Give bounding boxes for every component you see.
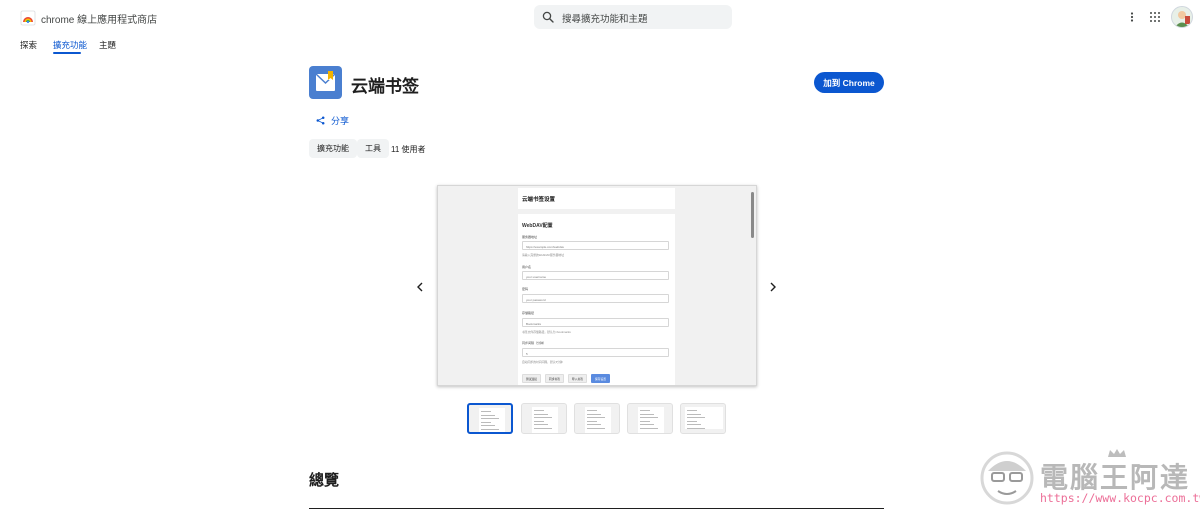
- tab-explore[interactable]: 探索: [20, 39, 37, 51]
- thumbnail-line: [534, 424, 548, 425]
- top-header: chrome 線上應用程式商店 搜尋擴充功能和主題: [0, 0, 1200, 34]
- store-name[interactable]: chrome 線上應用程式商店: [41, 11, 157, 26]
- thumbnail-line: [640, 424, 654, 425]
- thumbnail-line: [640, 417, 658, 418]
- add-to-chrome-button[interactable]: 加到 Chrome: [814, 72, 884, 93]
- thumbnail-line: [587, 420, 597, 422]
- thumbnail-line: [481, 418, 499, 419]
- thumbnail-line: [687, 427, 705, 429]
- watermark-url: https://www.kocpc.com.tw/: [1040, 491, 1200, 505]
- tab-extensions[interactable]: 擴充功能: [53, 39, 87, 51]
- thumbnail-line: [534, 410, 544, 411]
- overview-heading: 總覽: [309, 472, 340, 489]
- chip-extension[interactable]: 擴充功能: [309, 139, 357, 158]
- thumbnail-line: [687, 410, 697, 411]
- thumbnail-line: [481, 411, 491, 412]
- thumbnail-line: [481, 428, 499, 430]
- screenshot-field-input: https://example.com/webdav: [522, 241, 669, 250]
- chrome-web-store-logo-icon[interactable]: [20, 10, 36, 26]
- watermark-text: 電腦王阿達: [1040, 461, 1191, 494]
- thumbnail-line: [534, 417, 552, 418]
- thumbnail-line: [534, 413, 548, 415]
- thumbnail-line: [640, 427, 658, 429]
- avatar[interactable]: [1171, 6, 1193, 28]
- screenshot-field-label: 密码: [522, 287, 529, 291]
- screenshot-main[interactable]: 云端书签设置 WebDAV配置 服务器地址 https://example.co…: [437, 185, 757, 386]
- chevron-right-icon[interactable]: [767, 281, 779, 293]
- users-count: 11 使用者: [391, 145, 426, 154]
- extension-icon: [309, 66, 342, 99]
- screenshot-section-title: WebDAV配置: [522, 223, 553, 229]
- screenshot-settings-card: WebDAV配置 服务器地址 https://example.com/webda…: [518, 214, 675, 385]
- screenshot-scrollbar: [751, 192, 754, 238]
- screenshot-sync-button: 同步书签: [545, 374, 564, 383]
- thumbnail-line: [587, 424, 601, 425]
- search-icon: [542, 11, 554, 23]
- thumbnail-line: [587, 427, 605, 429]
- screenshot-thumbnails: [467, 403, 727, 435]
- screenshot-test-button: 测试连接: [522, 374, 541, 383]
- more-vert-icon[interactable]: [1126, 11, 1138, 23]
- screenshot-field-value: https://example.com/webdav: [526, 244, 565, 249]
- screenshot-field-label: 存储路径: [522, 311, 535, 315]
- screenshot-field-input: your password: [522, 294, 669, 303]
- screenshot-field-value: your password: [526, 297, 546, 302]
- share-label: 分享: [331, 115, 350, 126]
- thumbnail-2[interactable]: [521, 403, 567, 434]
- screenshot-field-label: 用户名: [522, 265, 532, 269]
- thumbnail-line: [687, 417, 705, 418]
- screenshot-save-button: 保存设置: [591, 374, 610, 383]
- thumbnail-line: [687, 424, 701, 425]
- divider: [309, 508, 884, 509]
- thumbnail-line: [587, 417, 605, 418]
- chevron-left-icon[interactable]: [414, 281, 426, 293]
- thumbnail-line: [534, 420, 544, 422]
- screenshot-field-input: 5: [522, 348, 669, 357]
- screenshot-field-value: Bookmarks: [526, 321, 542, 326]
- screenshot-title-card: 云端书签设置: [518, 188, 675, 209]
- search-input[interactable]: 搜尋擴充功能和主題: [534, 5, 732, 29]
- screenshot-field-hint: 书签文件存储路径，默认为 /bookmarks: [522, 330, 571, 334]
- screenshot-field-hint: 自动同步的时间间隔，默认5分钟: [522, 360, 563, 364]
- thumbnail-3[interactable]: [574, 403, 620, 434]
- screenshot-page-title: 云端书签设置: [522, 197, 556, 203]
- screenshot-field-hint: 请输入完整的WebDAV服务器地址: [522, 253, 565, 257]
- thumbnail-line: [687, 420, 697, 422]
- share-button[interactable]: 分享: [316, 113, 349, 127]
- share-icon: [316, 116, 325, 124]
- thumbnail-line: [640, 410, 650, 411]
- thumbnail-5[interactable]: [680, 403, 726, 434]
- thumbnail-1[interactable]: [467, 403, 513, 434]
- watermark-mascot-icon: [980, 451, 1034, 505]
- thumbnail-line: [481, 421, 491, 423]
- extension-title: 云端书签: [351, 77, 419, 96]
- thumbnail-line: [481, 425, 495, 426]
- thumbnail-line: [481, 414, 495, 416]
- active-tab-indicator: [53, 52, 81, 54]
- apps-grid-icon[interactable]: [1149, 11, 1161, 23]
- bookmark-envelope-icon: [315, 71, 336, 91]
- screenshot-field-input: your username: [522, 271, 669, 280]
- tab-themes[interactable]: 主題: [99, 39, 116, 51]
- search-placeholder: 搜尋擴充功能和主題: [562, 14, 648, 25]
- thumbnail-line: [587, 410, 597, 411]
- thumbnail-line: [687, 413, 701, 415]
- screenshot-field-input: Bookmarks: [522, 318, 669, 327]
- screenshot-field-value: your username: [526, 274, 547, 279]
- thumbnail-line: [587, 413, 601, 415]
- screenshot-field-value: 5: [526, 351, 528, 356]
- chip-tools[interactable]: 工具: [357, 139, 389, 158]
- screenshot-field-label: 服务器地址: [522, 235, 538, 239]
- thumbnail-line: [640, 413, 654, 415]
- thumbnail-4[interactable]: [627, 403, 673, 434]
- thumbnail-line: [534, 427, 552, 429]
- screenshot-field-label: 同步间隔（分钟）: [522, 341, 547, 345]
- screenshot-import-button: 导入书签: [568, 374, 587, 383]
- category-tabs: 探索 擴充功能 主題: [0, 34, 300, 54]
- avatar-picture-icon: [1175, 11, 1190, 27]
- thumbnail-line: [640, 420, 650, 422]
